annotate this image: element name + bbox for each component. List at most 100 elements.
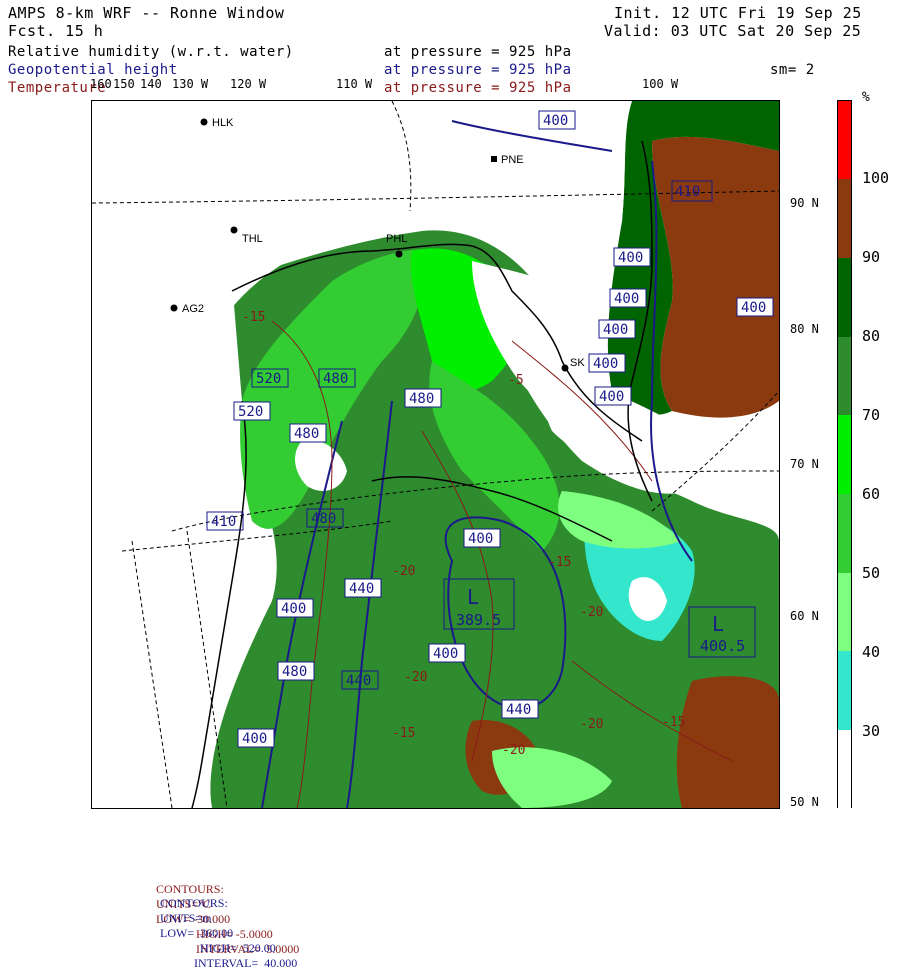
lon-label: 160 [90, 77, 112, 91]
height-label-box: 400 [594, 386, 632, 406]
station-label: PHL [386, 233, 407, 245]
svg-text:400: 400 [468, 531, 493, 547]
svg-text:480: 480 [409, 391, 434, 407]
svg-text:400: 400 [543, 113, 568, 129]
lon-label: 110 W [336, 77, 373, 91]
colorbar [837, 100, 852, 809]
svg-text:400: 400 [281, 601, 306, 617]
station-marker [395, 250, 403, 258]
height-label-box: 400 [598, 319, 636, 339]
svg-text:480: 480 [294, 426, 319, 442]
temp-label: -20 [392, 564, 415, 579]
lon-label: 140 [140, 77, 162, 91]
svg-text:440: 440 [506, 702, 531, 718]
footer-interval: INTERVAL= 40.000 [194, 956, 298, 970]
field-rh-name: Relative humidity (w.r.t. water) [8, 44, 294, 60]
footer-height-contours: CONTOURS: UNITS=m LOW= 360.00 HIGH= 520.… [154, 881, 297, 971]
station-marker [170, 304, 178, 312]
colorbar-label: 100 [862, 169, 890, 187]
field-rh-level: at pressure = 925 hPa [384, 44, 572, 60]
lat-label: 50 N [790, 795, 819, 809]
footer-low: LOW= 360.00 [160, 926, 234, 940]
svg-text:480: 480 [311, 511, 336, 527]
station-marker [230, 226, 238, 234]
height-label-box: 520 [233, 401, 271, 421]
temp-label: -15 [392, 726, 415, 741]
lat-label: 60 N [790, 609, 819, 623]
footer-label: CONTOURS: [160, 896, 228, 910]
svg-text:440: 440 [349, 581, 374, 597]
svg-text:480: 480 [323, 371, 348, 387]
svg-text:400: 400 [618, 250, 643, 266]
colorbar-seg-30 [838, 651, 851, 730]
svg-text:L: L [467, 585, 479, 609]
height-label-box: 400 [428, 643, 466, 663]
station-marker [200, 118, 208, 126]
colorbar-seg-70 [838, 337, 851, 415]
colorbar-label: 90 [862, 248, 881, 266]
forecast-hour: Fcst. 15 h [8, 22, 104, 40]
svg-text:520: 520 [238, 404, 263, 420]
svg-text:410: 410 [675, 184, 700, 200]
height-label-box: 400 [588, 353, 626, 373]
station-label: PNE [501, 154, 524, 166]
colorbar-seg-90 [838, 179, 851, 258]
temp-label: -20 [580, 717, 603, 732]
height-label-box: 480 [277, 661, 315, 681]
svg-text:400: 400 [599, 389, 624, 405]
footer-units: UNITS=m [160, 911, 212, 925]
height-label-box: 400 [463, 528, 501, 548]
height-label-box: 480 [289, 423, 327, 443]
colorbar-seg-100 [838, 101, 851, 179]
svg-text:400: 400 [433, 646, 458, 662]
colorbar-seg-50 [838, 494, 851, 573]
svg-text:410: 410 [211, 514, 236, 530]
svg-text:480: 480 [282, 664, 307, 680]
svg-text:400.5: 400.5 [700, 637, 745, 655]
temp-label: -5 [508, 373, 524, 388]
svg-text:L: L [712, 612, 724, 636]
svg-text:400: 400 [741, 300, 766, 316]
station-label: HLK [212, 117, 234, 129]
colorbar-label: 60 [862, 485, 881, 503]
station-label: SK [570, 357, 585, 369]
height-label-box: 440 [344, 578, 382, 598]
svg-text:400: 400 [593, 356, 618, 372]
colorbar-label: 50 [862, 564, 881, 582]
lon-label: 150 [113, 77, 135, 91]
field-height-level: at pressure = 925 hPa [384, 62, 572, 78]
station-marker [491, 156, 497, 162]
colorbar-label: 30 [862, 722, 881, 740]
lat-label: 70 N [790, 457, 819, 471]
plot-title: AMPS 8-km WRF -- Ronne Window [8, 4, 285, 22]
lon-label: 100 W [642, 77, 679, 91]
colorbar-label: 40 [862, 643, 881, 661]
field-temp-level: at pressure = 925 hPa [384, 80, 572, 96]
colorbar-seg-40 [838, 573, 851, 651]
height-label-box: 400 [538, 110, 576, 130]
temp-label: -20 [580, 605, 603, 620]
map-panel: HLK PNE THL PHL AG2 SK 400 410 400 400 4… [91, 100, 780, 809]
lon-label: 120 W [230, 77, 267, 91]
svg-text:389.5: 389.5 [456, 611, 501, 629]
svg-text:400: 400 [242, 731, 267, 747]
colorbar-label: 80 [862, 327, 881, 345]
temp-label: -20 [502, 743, 525, 758]
height-label-box: 480 [404, 388, 442, 408]
lon-label: 130 W [172, 77, 209, 91]
smoothing-label: sm= 2 [770, 62, 815, 78]
svg-text:400: 400 [614, 291, 639, 307]
svg-text:400: 400 [603, 322, 628, 338]
svg-text:440: 440 [346, 673, 371, 689]
init-time: Init. 12 UTC Fri 19 Sep 25 [614, 4, 862, 22]
station-label: AG2 [182, 303, 204, 315]
station-marker [561, 364, 569, 372]
lat-label: 80 N [790, 322, 819, 336]
footer-high: HIGH= 520.00 [200, 941, 276, 955]
height-label-box: 400 [736, 297, 774, 317]
svg-text:520: 520 [256, 371, 281, 387]
height-label-box: 400 [276, 598, 314, 618]
colorbar-seg-low [838, 730, 851, 809]
temp-label: -15 [242, 310, 265, 325]
height-label-box: 400 [609, 288, 647, 308]
